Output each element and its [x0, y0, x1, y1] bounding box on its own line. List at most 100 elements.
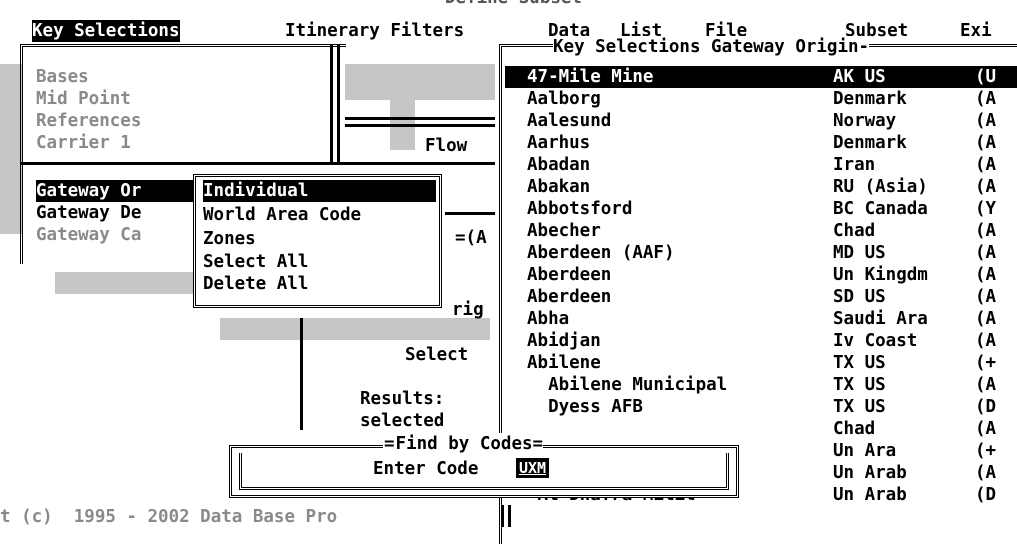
enter-code-input[interactable]: UXM	[516, 458, 549, 478]
gateway-list-row[interactable]: Aarhus Denmark (A	[505, 132, 1017, 154]
menu-option-individual[interactable]: Individual	[203, 180, 436, 202]
divider	[337, 44, 340, 162]
gateway-name: Abbotsford	[527, 199, 633, 219]
divider	[345, 124, 495, 127]
gateway-name: Abadan	[527, 155, 591, 175]
gateway-region: Chad	[833, 221, 876, 241]
gateway-code: (+	[975, 353, 997, 373]
gateway-code: (A	[975, 221, 997, 241]
gateway-region: Un Arab	[833, 485, 907, 505]
gateway-list-row[interactable]: Abidjan Iv Coast (A	[505, 330, 1017, 352]
gateway-name: Aberdeen	[527, 287, 612, 307]
background-shade	[220, 318, 490, 340]
gateway-list-row[interactable]: Aalesund Norway (A	[505, 110, 1017, 132]
find-dialog-title-text: Find by Codes	[395, 434, 533, 454]
gateway-region: Saudi Ara	[833, 309, 928, 329]
menu-itinerary-filters[interactable]: Itinerary Filters	[285, 20, 464, 42]
gateway-code: (Y	[975, 199, 997, 219]
divider	[501, 505, 504, 527]
gateway-list-row[interactable]: Aberdeen Un Kingdm (A	[505, 264, 1017, 286]
divider	[345, 117, 495, 120]
gateway-region: Iv Coast	[833, 331, 918, 351]
gateway-code: (U	[975, 67, 997, 87]
gateway-region: TX US	[833, 375, 886, 395]
gateway-list-row[interactable]: Chad (A	[505, 418, 1017, 440]
gateway-list-row[interactable]: Aalborg Denmark (A	[505, 88, 1017, 110]
gateway-list-row[interactable]: Abilene TX US (+	[505, 352, 1017, 374]
left-item-mid-point[interactable]: Mid Point	[36, 88, 131, 110]
gateway-name: Abilene Municipal	[527, 375, 728, 395]
gateway-region: TX US	[833, 397, 886, 417]
gateway-list-row[interactable]: Abecher Chad (A	[505, 220, 1017, 242]
gateway-list-row[interactable]: Dyess AFB TX US (D	[505, 396, 1017, 418]
gateway-list-row[interactable]: Abbotsford BC Canada (Y	[505, 198, 1017, 220]
gateway-code: (A	[975, 89, 997, 109]
menu-exit[interactable]: Exi	[960, 20, 992, 42]
divider	[20, 162, 495, 165]
gateway-list-row[interactable]: Abadan Iran (A	[505, 154, 1017, 176]
gateway-name: Aalesund	[527, 111, 612, 131]
gateway-list-row[interactable]: Abha Saudi Ara (A	[505, 308, 1017, 330]
gateway-code: (A	[975, 419, 997, 439]
menu-key-selections[interactable]: Key Selections	[32, 20, 180, 42]
results-label: Results:	[360, 389, 445, 409]
gateway-code: (+	[975, 441, 997, 461]
gateway-name: Aberdeen (AAF)	[527, 243, 675, 263]
gateway-code: (A	[975, 111, 997, 131]
gateway-list-row[interactable]: Abakan RU (Asia) (A	[505, 176, 1017, 198]
left-item-carrier-1[interactable]: Carrier 1	[36, 132, 131, 154]
select-label: Select	[405, 345, 469, 365]
background-shade	[55, 272, 195, 294]
gateway-code: (A	[975, 375, 997, 395]
gateway-name: Abecher	[527, 221, 601, 241]
left-item-references[interactable]: References	[36, 110, 141, 132]
gateway-region: BC Canada	[833, 199, 928, 219]
gateway-region: Denmark	[833, 89, 907, 109]
gateway-region: Un Ara	[833, 441, 897, 461]
gateway-list-row[interactable]: 47-Mile Mine AK US (U	[505, 66, 1017, 88]
gateway-code: (A	[975, 177, 997, 197]
gateway-code: (D	[975, 485, 997, 505]
gateway-name: Abidjan	[527, 331, 601, 351]
divider	[508, 505, 511, 527]
gateway-list-row[interactable]: Aberdeen (AAF) MD US (A	[505, 242, 1017, 264]
gateway-region: Iran	[833, 155, 876, 175]
gateway-name: Aarhus	[527, 133, 591, 153]
gateway-list-row[interactable]: Aberdeen SD US (A	[505, 286, 1017, 308]
menu-option-delete-all[interactable]: Delete All	[203, 273, 308, 295]
gateway-name: Abha	[527, 309, 570, 329]
gateway-name: Aberdeen	[527, 265, 612, 285]
menu-option-zones[interactable]: Zones	[203, 228, 256, 250]
left-item-gateway-origin[interactable]: Gateway Or	[36, 180, 194, 202]
selected-label: selected	[360, 411, 445, 431]
gateway-code: (A	[975, 463, 997, 483]
gateway-name: Dyess AFB	[527, 397, 643, 417]
divider	[300, 318, 303, 430]
gateway-region: AK US	[833, 67, 886, 87]
divider	[445, 212, 495, 215]
gateway-code: (A	[975, 287, 997, 307]
gateway-code: (A	[975, 265, 997, 285]
divider	[330, 44, 333, 162]
left-item-bases[interactable]: Bases	[36, 66, 89, 88]
gateway-name: Abilene	[527, 353, 601, 373]
background-shade	[345, 64, 495, 100]
gateway-region: RU (Asia)	[833, 177, 928, 197]
menu-option-select-all[interactable]: Select All	[203, 251, 308, 273]
gateway-code: (A	[975, 331, 997, 351]
gateway-code: (A	[975, 133, 997, 153]
gateway-code: (A	[975, 155, 997, 175]
window-title: Define Subset	[445, 0, 582, 9]
left-item-gateway-carrier[interactable]: Gateway Ca	[36, 224, 141, 246]
gateway-region: SD US	[833, 287, 886, 307]
gateway-list-row[interactable]: Abilene Municipal TX US (A	[505, 374, 1017, 396]
origin-fragment: rig	[452, 300, 484, 320]
copyright-text: t (c) 1995 - 2002 Data Base Pro	[0, 507, 338, 527]
gateway-name: Aalborg	[527, 89, 601, 109]
gateway-code: (A	[975, 309, 997, 329]
equal-fragment: =(A	[455, 228, 487, 248]
menu-option-world-area-code[interactable]: World Area Code	[203, 204, 361, 226]
gateway-region: Un Arab	[833, 463, 907, 483]
gateway-region: Denmark	[833, 133, 907, 153]
left-item-gateway-destination[interactable]: Gateway De	[36, 202, 141, 224]
